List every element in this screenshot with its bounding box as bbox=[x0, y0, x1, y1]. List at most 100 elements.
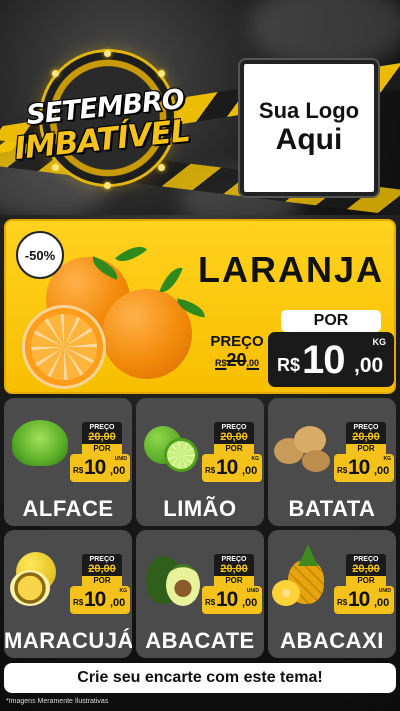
price-currency: R$ bbox=[205, 466, 216, 475]
preco-label: PREÇO bbox=[210, 333, 264, 350]
new-price: R$ 10 ,00 KG bbox=[334, 454, 394, 482]
potato-image bbox=[302, 450, 330, 472]
product-card: PREÇO 20,00 POR R$ 10 ,00 UNID ABACATE bbox=[136, 530, 264, 658]
old-price: 20,00 bbox=[220, 431, 248, 443]
old-price-tag: PREÇO 20,00 bbox=[346, 422, 386, 444]
new-price: R$ 10 ,00 UNID bbox=[202, 586, 262, 614]
old-price-cents: ,00 bbox=[246, 358, 260, 368]
price-unit: UNID bbox=[114, 456, 127, 462]
lime-slice-image bbox=[164, 438, 198, 472]
price-integer: 10 bbox=[84, 588, 106, 611]
price-currency: R$ bbox=[73, 466, 84, 475]
old-price-int: 20 bbox=[226, 350, 247, 370]
old-price-currency: R$ bbox=[214, 358, 227, 368]
price-cents: ,00 bbox=[110, 597, 126, 609]
footnote: *Imagens Meramente Ilustrativas bbox=[6, 698, 109, 705]
price-currency: R$ bbox=[337, 598, 348, 607]
old-price-tag: PREÇO 20,00 bbox=[82, 422, 122, 444]
por-label: POR bbox=[281, 310, 381, 332]
por-label: POR bbox=[214, 576, 254, 586]
price-tag: PREÇO 20,00 POR R$ 10 ,00 UNID bbox=[70, 422, 130, 482]
price-cents: ,00 bbox=[354, 354, 384, 377]
price-unit: KG bbox=[383, 456, 392, 462]
product-card: PREÇO 20,00 POR R$ 10 ,00 KG BATATA bbox=[268, 398, 396, 526]
logo-placeholder: Sua Logo Aqui bbox=[240, 60, 378, 196]
price-currency: R$ bbox=[205, 598, 216, 607]
old-price: 20,00 bbox=[352, 431, 380, 443]
featured-product-panel: -50% LARANJA POR PREÇO R$20,00 R$ 10 ,00… bbox=[4, 219, 396, 394]
featured-price: R$ 10 ,00 KG bbox=[268, 332, 394, 387]
price-cents: ,00 bbox=[374, 465, 390, 477]
price-unit: KG bbox=[372, 337, 387, 347]
price-tag: PREÇO 20,00 POR R$ 10 ,00 KG bbox=[334, 422, 394, 482]
old-price-tag: PREÇO 20,00 bbox=[214, 554, 254, 576]
price-cents: ,00 bbox=[110, 465, 126, 477]
por-label: POR bbox=[82, 444, 122, 454]
passion-fruit-half-image bbox=[10, 570, 50, 606]
badge-light bbox=[158, 164, 165, 171]
new-price: R$ 10 ,00 UNID bbox=[334, 586, 394, 614]
price-tag: PREÇO 20,00 POR R$ 10 ,00 UNID bbox=[202, 554, 262, 614]
price-unit: UNID bbox=[378, 588, 391, 594]
flyer-page: SETEMBRO IMBATÍVEL Sua Logo Aqui -50% LA… bbox=[0, 0, 400, 711]
product-name: MARACUJÁ bbox=[4, 628, 132, 653]
price-integer: 10 bbox=[216, 456, 238, 479]
logo-line-1: Sua Logo bbox=[258, 98, 360, 124]
por-label: POR bbox=[214, 444, 254, 454]
price-unit: KG bbox=[119, 588, 128, 594]
product-card: PREÇO 20,00 POR R$ 10 ,00 KG MARACUJÁ bbox=[4, 530, 132, 658]
badge-light bbox=[104, 182, 111, 189]
price-cents: ,00 bbox=[242, 597, 258, 609]
old-price: 20,00 bbox=[352, 563, 380, 575]
old-price: 20,00 bbox=[88, 563, 116, 575]
new-price: R$ 10 ,00 KG bbox=[202, 454, 262, 482]
price-tag: PREÇO 20,00 POR R$ 10 ,00 UNID bbox=[334, 554, 394, 614]
price-currency: R$ bbox=[277, 355, 301, 375]
featured-product-name: LARANJA bbox=[197, 249, 384, 290]
badge-light bbox=[52, 164, 59, 171]
price-cents: ,00 bbox=[242, 465, 258, 477]
price-integer: 10 bbox=[302, 338, 345, 382]
leaf-decoration bbox=[159, 263, 183, 297]
old-price: 20,00 bbox=[88, 431, 116, 443]
por-label: POR bbox=[346, 444, 386, 454]
lettuce-image bbox=[12, 420, 68, 466]
price-cents: ,00 bbox=[374, 597, 390, 609]
logo-line-2: Aqui bbox=[275, 123, 343, 157]
badge-light bbox=[158, 70, 165, 77]
product-card: PREÇO 20,00 POR R$ 10 ,00 UNID ABACAXI bbox=[268, 530, 396, 658]
price-unit: UNID bbox=[246, 588, 259, 594]
product-name: ABACAXI bbox=[280, 628, 384, 653]
new-price: R$ 10 ,00 UNID bbox=[70, 454, 130, 482]
price-currency: R$ bbox=[337, 466, 348, 475]
new-price: R$ 10 ,00 KG bbox=[70, 586, 130, 614]
product-card: PREÇO 20,00 POR R$ 10 ,00 KG LIMÃO bbox=[136, 398, 264, 526]
price-integer: 10 bbox=[348, 456, 370, 479]
product-name: ABACATE bbox=[145, 628, 255, 653]
avocado-half-image bbox=[166, 564, 200, 606]
price-tag: PREÇO 20,00 POR R$ 10 ,00 KG bbox=[202, 422, 262, 482]
old-price-tag: PREÇO 20,00 bbox=[82, 554, 122, 576]
pineapple-slice-image bbox=[272, 580, 300, 606]
pineapple-crown-icon bbox=[298, 544, 318, 566]
price-integer: 10 bbox=[84, 456, 106, 479]
badge-light bbox=[52, 70, 59, 77]
header-banner: SETEMBRO IMBATÍVEL Sua Logo Aqui bbox=[0, 0, 400, 215]
old-price: 20,00 bbox=[220, 563, 248, 575]
price-integer: 10 bbox=[348, 588, 370, 611]
old-price-tag: PREÇO 20,00 bbox=[346, 554, 386, 576]
old-price-block: PREÇO R$20,00 bbox=[202, 333, 272, 371]
por-label: POR bbox=[82, 576, 122, 586]
por-label: POR bbox=[346, 576, 386, 586]
leaf-decoration bbox=[115, 238, 147, 270]
product-name: LIMÃO bbox=[163, 496, 237, 521]
price-tag: PREÇO 20,00 POR R$ 10 ,00 KG bbox=[70, 554, 130, 614]
price-currency: R$ bbox=[73, 598, 84, 607]
cta-banner[interactable]: Crie seu encarte com este tema! bbox=[4, 663, 396, 693]
old-price-tag: PREÇO 20,00 bbox=[214, 422, 254, 444]
orange-slice-image bbox=[22, 305, 106, 389]
product-name: BATATA bbox=[288, 496, 376, 521]
campaign-badge: SETEMBRO IMBATÍVEL bbox=[12, 50, 194, 192]
badge-light bbox=[104, 50, 111, 57]
product-card: PREÇO 20,00 POR R$ 10 ,00 UNID ALFACE bbox=[4, 398, 132, 526]
